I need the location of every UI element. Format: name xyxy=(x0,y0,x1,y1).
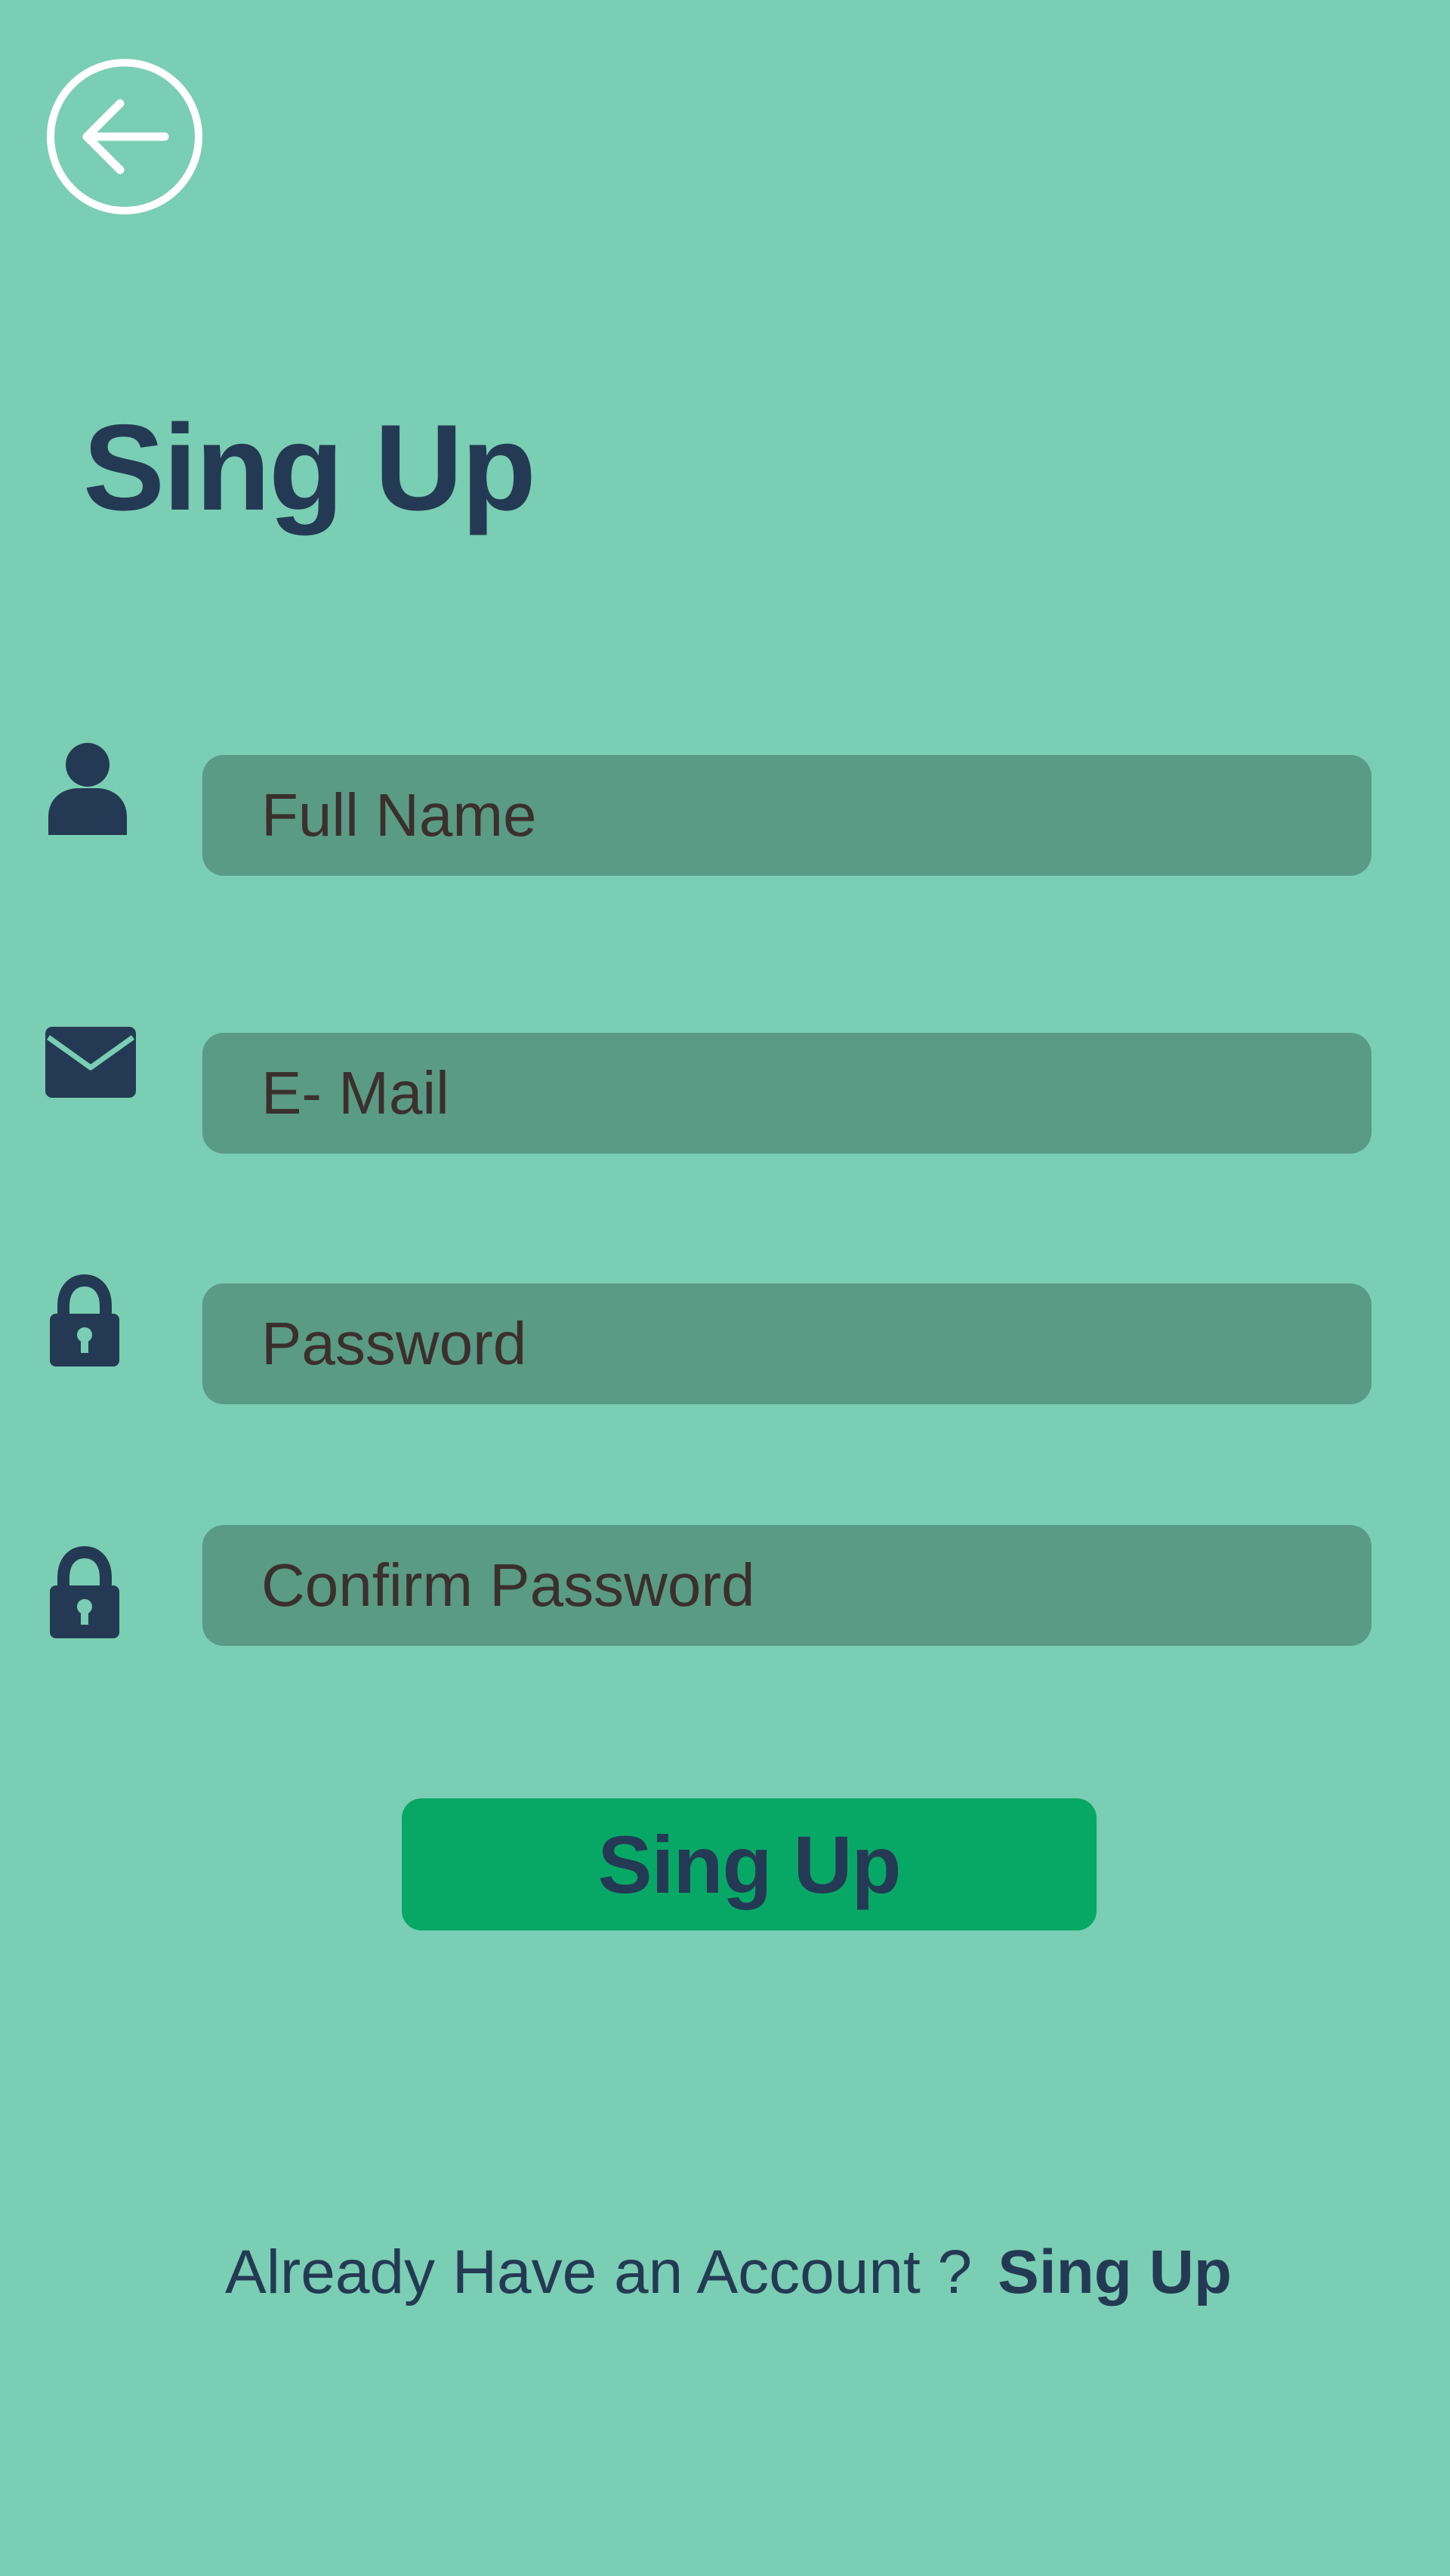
email-field[interactable] xyxy=(202,1033,1371,1154)
envelope-icon xyxy=(45,1027,136,1098)
person-icon xyxy=(47,741,128,835)
full-name-field[interactable] xyxy=(202,755,1371,876)
arrow-left-circle-icon[interactable] xyxy=(45,57,204,216)
page-title: Sing Up xyxy=(83,399,536,536)
login-prompt-text: Already Have an Account ? xyxy=(225,2238,973,2306)
login-prompt: Already Have an Account ? Sing Up xyxy=(225,2235,1232,2310)
lock-icon xyxy=(50,1274,119,1367)
lock-icon xyxy=(50,1546,119,1638)
back-button[interactable] xyxy=(45,57,204,216)
password-field[interactable] xyxy=(202,1283,1371,1404)
sign-up-button[interactable]: Sing Up xyxy=(402,1798,1097,1930)
sign-in-link[interactable]: Sing Up xyxy=(998,2238,1232,2306)
confirm-password-field[interactable] xyxy=(202,1525,1371,1646)
